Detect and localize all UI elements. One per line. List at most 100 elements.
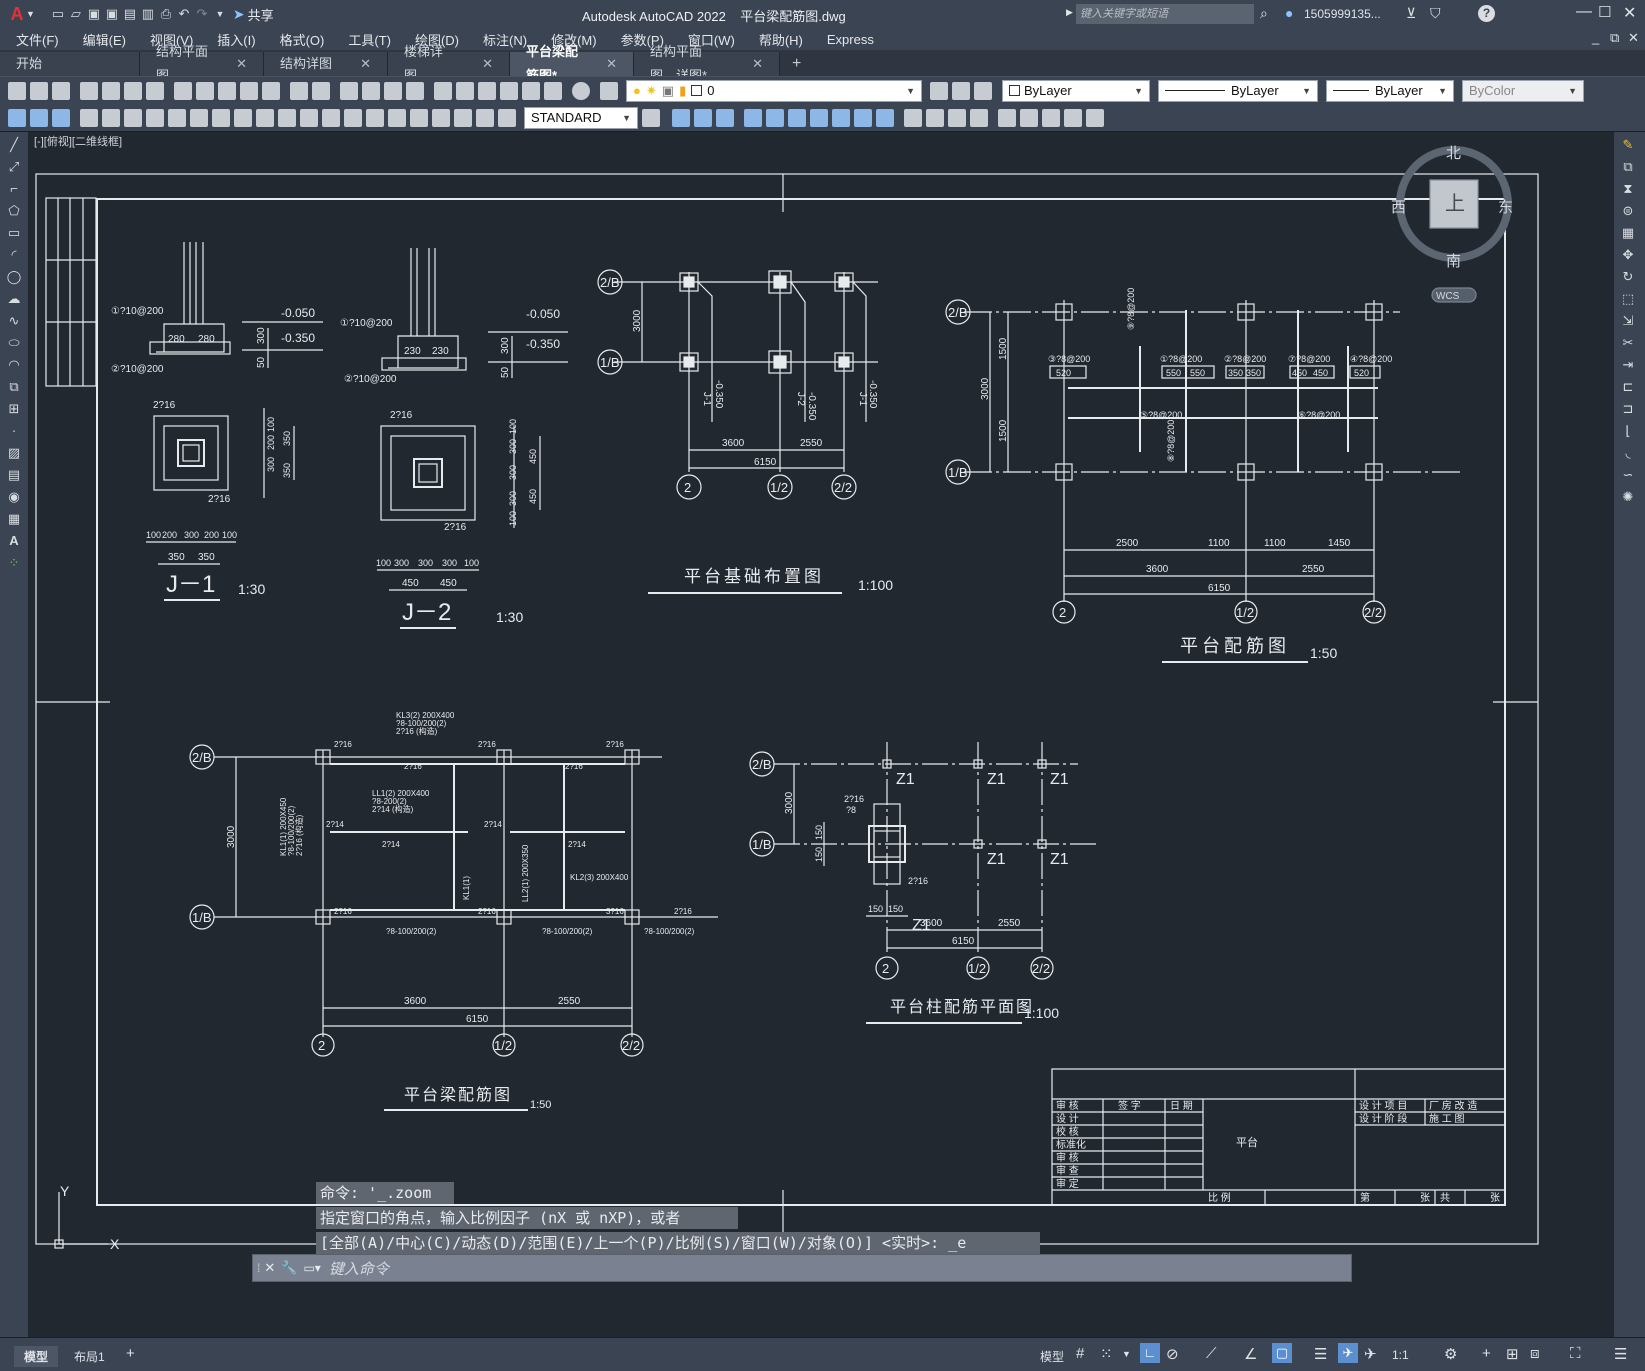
- dim-arc-icon[interactable]: [124, 108, 142, 127]
- annotation-visibility-icon[interactable]: ✈: [1338, 1343, 1358, 1363]
- osnap-icon[interactable]: ▢: [1272, 1343, 1292, 1363]
- lineweight-dropdown[interactable]: ByLayer ▼: [1326, 79, 1454, 102]
- layer-properties-icon[interactable]: [600, 81, 618, 100]
- otrack-icon[interactable]: ∠: [1244, 1345, 1257, 1363]
- app-menu-chevron-icon[interactable]: ▼: [26, 9, 35, 19]
- tool-icon[interactable]: [52, 108, 70, 127]
- layer-freeze-icon[interactable]: ✷: [646, 80, 657, 102]
- paste-icon[interactable]: [218, 81, 236, 100]
- layer-iso-icon[interactable]: [974, 81, 992, 100]
- publish-icon[interactable]: [124, 81, 142, 100]
- tool-icon[interactable]: [30, 108, 48, 127]
- point-icon[interactable]: ·: [5, 422, 23, 440]
- dim-aligned-icon[interactable]: [102, 108, 120, 127]
- viewcube-north[interactable]: 北: [1446, 145, 1461, 162]
- modify-icon[interactable]: [926, 108, 944, 127]
- dim-jogged-icon[interactable]: [190, 108, 208, 127]
- cart-icon[interactable]: ⊻: [1406, 5, 1416, 22]
- tab-structure-detail[interactable]: 结构详图 ✕: [264, 52, 388, 76]
- copy-icon[interactable]: ⧉: [1619, 158, 1637, 176]
- modify-icon[interactable]: [1042, 108, 1060, 127]
- scale-icon[interactable]: ⬚: [1619, 290, 1637, 308]
- modify-icon[interactable]: [998, 108, 1016, 127]
- viewcube-south[interactable]: 南: [1446, 253, 1461, 270]
- grid-icon[interactable]: #: [1076, 1345, 1084, 1362]
- command-customize-icon[interactable]: 🔧: [281, 1260, 297, 1276]
- tab-platform-beam[interactable]: 平台梁配筋图*✕: [510, 44, 634, 83]
- modify-icon[interactable]: [876, 108, 894, 127]
- minimize-icon[interactable]: —: [1576, 3, 1592, 21]
- toolpalette-icon[interactable]: [478, 81, 496, 100]
- layer-dropdown[interactable]: ● ✷ ▣ ▮ 0 ▼: [626, 79, 922, 102]
- break-icon[interactable]: ⊏: [1619, 378, 1637, 396]
- open-icon[interactable]: ▱: [67, 5, 85, 23]
- redo-icon[interactable]: [312, 81, 330, 100]
- annotation-scale[interactable]: 1:1: [1392, 1348, 1409, 1362]
- modify-icon[interactable]: [716, 108, 734, 127]
- add-layout-button[interactable]: +: [126, 1345, 135, 1362]
- revcloud-icon[interactable]: ☁: [5, 290, 23, 308]
- tab-close-icon[interactable]: ✕: [752, 52, 763, 76]
- plot-icon[interactable]: [80, 81, 98, 100]
- tolerance-icon[interactable]: [366, 108, 384, 127]
- stretch-icon[interactable]: ⇲: [1619, 312, 1637, 330]
- tab-close-icon[interactable]: ✕: [236, 52, 247, 76]
- share-icon[interactable]: ➤: [233, 6, 245, 23]
- tab-stair-detail[interactable]: 楼梯详图✕: [388, 44, 510, 83]
- fillet-icon[interactable]: ◟: [1619, 444, 1637, 462]
- saveas-icon[interactable]: ▣: [103, 5, 121, 23]
- quickcalc-icon[interactable]: [544, 81, 562, 100]
- dim-break-icon[interactable]: [344, 108, 362, 127]
- menu-tools[interactable]: 工具(T): [336, 30, 403, 49]
- lineweight-icon[interactable]: ☰: [1314, 1345, 1327, 1363]
- rotate-icon[interactable]: ↻: [1619, 268, 1637, 286]
- spline-icon[interactable]: ∿: [5, 312, 23, 330]
- snap-chevron-icon[interactable]: ▼: [1122, 1349, 1131, 1359]
- isodraft-icon[interactable]: ⟋: [1206, 1345, 1217, 1362]
- mtext-icon[interactable]: A: [5, 532, 23, 550]
- blockedit-icon[interactable]: [262, 81, 280, 100]
- inspect-icon[interactable]: [410, 108, 428, 127]
- viewcube-east[interactable]: 东: [1498, 199, 1513, 216]
- pan-icon[interactable]: [340, 81, 358, 100]
- modify-icon[interactable]: [854, 108, 872, 127]
- zoom-window-icon[interactable]: [384, 81, 402, 100]
- save-icon[interactable]: ▣: [85, 5, 103, 23]
- modify-icon[interactable]: [1064, 108, 1082, 127]
- hatch-icon[interactable]: ▨: [5, 444, 23, 462]
- dim-linear-icon[interactable]: [80, 108, 98, 127]
- help-icon[interactable]: [572, 81, 590, 100]
- modify-icon[interactable]: [810, 108, 828, 127]
- menu-edit[interactable]: 编辑(E): [71, 30, 138, 49]
- xline-icon[interactable]: ⤢: [5, 158, 23, 176]
- undo-icon[interactable]: ↶: [175, 5, 193, 23]
- annotation-monitor-icon[interactable]: +: [1482, 1345, 1491, 1362]
- tab-structure-plan-detail[interactable]: 结构平面图、详图*✕: [634, 44, 780, 83]
- save-icon[interactable]: [52, 81, 70, 100]
- layout-tab-layout1[interactable]: 布局1: [64, 1348, 115, 1365]
- rectangle-icon[interactable]: ▭: [5, 224, 23, 242]
- sheetset-icon[interactable]: [500, 81, 518, 100]
- search-input[interactable]: 键入关键字或短语: [1076, 4, 1254, 24]
- dimstyle-dropdown[interactable]: STANDARD ▼: [524, 106, 638, 129]
- zoom-realtime-icon[interactable]: [362, 81, 380, 100]
- viewcube[interactable]: 上 北 南 东 西 WCS: [1391, 145, 1513, 303]
- join-icon[interactable]: ⊐: [1619, 400, 1637, 418]
- viewcube-west[interactable]: 西: [1391, 199, 1406, 216]
- snap-icon[interactable]: ⁙: [1100, 1345, 1113, 1363]
- extend-icon[interactable]: ⇥: [1619, 356, 1637, 374]
- redo-icon[interactable]: ↷: [193, 5, 211, 23]
- gradient-icon[interactable]: ▤: [5, 466, 23, 484]
- offset-icon[interactable]: ⊜: [1619, 202, 1637, 220]
- ortho-icon[interactable]: ∟: [1140, 1343, 1160, 1363]
- ellipse-arc-icon[interactable]: ◠: [5, 356, 23, 374]
- drawing-canvas[interactable]: [-][俯视][二维线框] 280 280 ①?10@200 ②?10@200 …: [28, 132, 1614, 1337]
- dim-diameter-icon[interactable]: [212, 108, 230, 127]
- modify-icon[interactable]: [766, 108, 784, 127]
- add-selected-icon[interactable]: ⁘: [5, 554, 23, 572]
- trim-icon[interactable]: ✂: [1619, 334, 1637, 352]
- blend-icon[interactable]: ∽: [1619, 466, 1637, 484]
- linetype-dropdown[interactable]: ByLayer ▼: [1158, 79, 1318, 102]
- customization-icon[interactable]: ☰: [1614, 1345, 1627, 1363]
- dim-quick-icon[interactable]: [256, 108, 274, 127]
